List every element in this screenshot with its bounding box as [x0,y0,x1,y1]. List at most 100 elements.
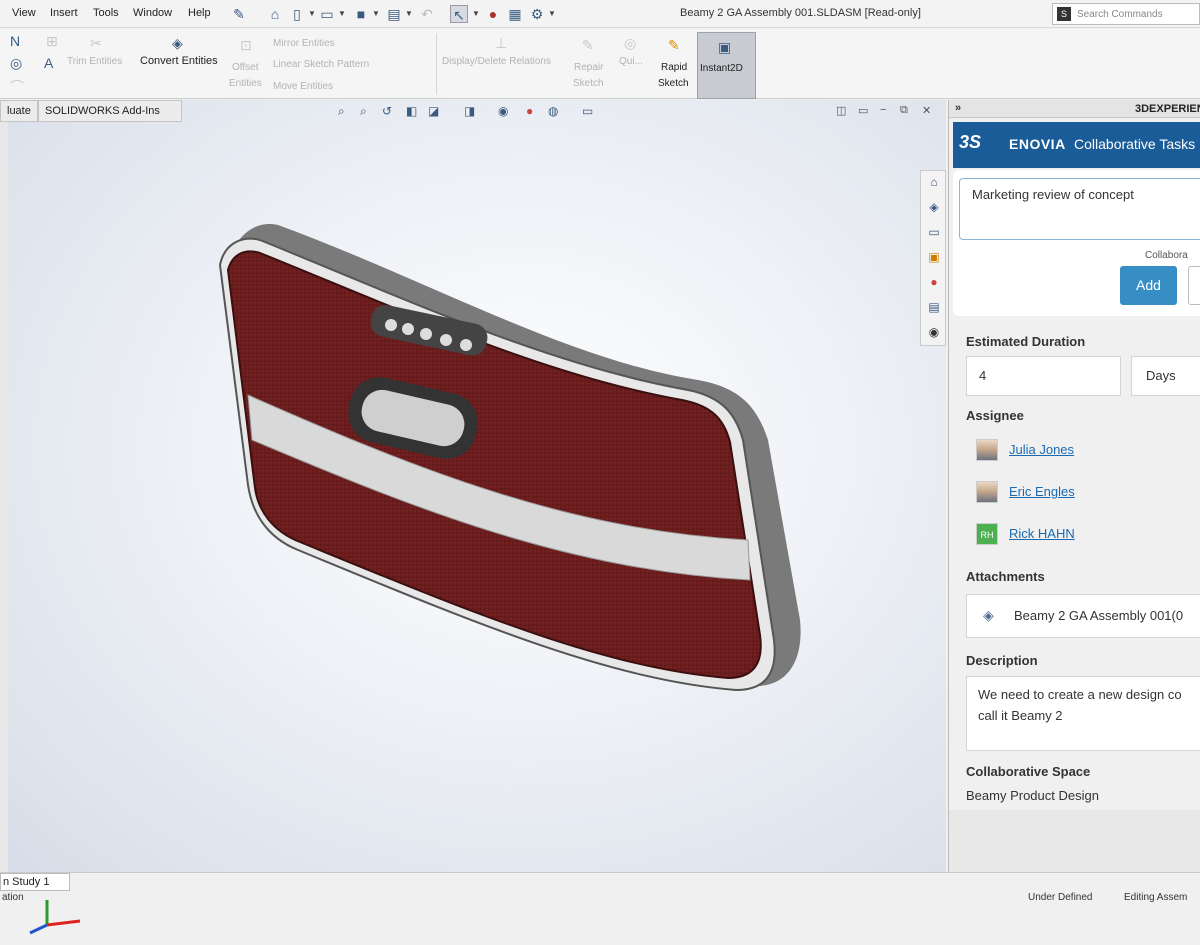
section-view-icon[interactable]: ◧ [406,104,417,118]
text-icon[interactable]: A [44,55,53,71]
folder-icon[interactable]: ▭ [925,223,943,241]
speaker-model[interactable] [218,224,801,692]
attachment-item[interactable]: ◈ Beamy 2 GA Assembly 001(0 [966,594,1200,638]
monitor-icon[interactable]: ▭ [582,104,593,118]
search-commands-input[interactable]: S Search Commands [1052,3,1200,25]
design-library-icon[interactable]: ◈ [925,198,943,216]
split-view-icon[interactable]: ◫ [836,104,846,117]
tab-solidworks-add-ins[interactable]: SOLIDWORKS Add-Ins [38,100,182,122]
menu-tools[interactable]: Tools [93,7,119,19]
search-icon: S [1057,7,1071,21]
repair-icon[interactable]: ✎ [582,37,594,54]
model-canvas [218,224,801,692]
quick-snaps-label[interactable]: Qui... [619,56,643,67]
assembly-cube-icon: ◈ [983,607,994,623]
avatar [976,439,998,461]
home-icon[interactable]: ⌂ [925,173,943,191]
menu-window[interactable]: Window [133,7,172,19]
chevron-down-icon[interactable]: ▼ [472,9,480,18]
app-name: Collaborative Tasks [1074,136,1196,152]
collaborative-space-value: Beamy Product Design [966,788,1099,803]
appearance-icon[interactable]: ● [526,104,533,118]
menu-insert[interactable]: Insert [50,7,78,19]
offset-label[interactable]: Offset [232,62,259,73]
assignee-link[interactable]: Julia Jones [1009,442,1074,457]
gear-icon[interactable]: ⚙ [528,5,546,23]
secondary-button[interactable] [1188,266,1200,305]
quick-snaps-icon[interactable]: ◎ [624,35,636,52]
traffic-light-icon[interactable]: ● [484,5,502,23]
offset-entities-label[interactable]: Entities [229,78,262,89]
chevron-down-icon[interactable]: ▼ [372,9,380,18]
assignee-item: RH Rick HAHN [976,523,1196,547]
scene-icon[interactable]: ◍ [548,104,558,118]
duration-input[interactable]: 4 [966,356,1121,396]
view-palette-icon[interactable]: ▣ [925,248,943,266]
motion-study-tab[interactable]: n Study 1 [0,873,70,891]
repair-sketch-label[interactable]: Sketch [573,78,604,89]
file-properties-icon[interactable]: ▦ [506,5,524,23]
zoom-to-fit-icon[interactable]: ⌕ [338,104,345,119]
appearances-icon[interactable]: ● [925,273,943,291]
restore-icon[interactable]: − [880,104,886,116]
tab-evaluate[interactable]: luate [0,100,38,122]
view-orientation-icon[interactable]: ◪ [428,104,439,118]
add-button[interactable]: Add [1120,266,1177,305]
circle-icon[interactable]: ◎ [10,55,22,72]
display-delete-relations-label[interactable]: Display/Delete Relations [442,56,551,67]
maximize-icon[interactable]: ⧉ [900,104,908,117]
new-task-card: Marketing review of concept Collabora Ad… [953,170,1200,316]
save-icon[interactable]: ■ [352,5,370,23]
zoom-area-icon[interactable]: ⌕ [360,104,367,119]
repair-label[interactable]: Repair [574,62,603,73]
close-icon[interactable]: ✕ [922,104,931,117]
assignee-link[interactable]: Eric Engles [1009,484,1075,499]
home-icon[interactable]: ⌂ [266,5,284,23]
open-folder-icon[interactable]: ▭ [318,5,336,23]
convert-icon[interactable]: ◈ [172,35,183,52]
3dexperience-icon[interactable]: ◉ [925,323,943,341]
assignee-item: Julia Jones [976,439,1196,463]
command-manager-ribbon: N ◎ A ⌒ ⊞ ✂ Trim Entities ◈ Convert Enti… [0,29,1200,99]
display-style-icon[interactable]: ◨ [464,104,475,118]
mirror-entities-label[interactable]: Mirror Entities [273,38,335,49]
assignee-link[interactable]: Rick HAHN [1009,526,1075,541]
chevron-down-icon[interactable]: ▼ [405,9,413,18]
menu-bar: View Insert Tools Window Help ✎ ⌂ ▯ ▼ ▭ … [0,0,1200,28]
description-textarea[interactable]: We need to create a new design co call i… [966,676,1200,751]
print-icon[interactable]: ▤ [385,5,403,23]
grid-icon[interactable]: ⊞ [46,33,58,50]
linear-sketch-pattern-label[interactable]: Linear Sketch Pattern [273,59,369,70]
collapse-chevron-icon[interactable]: » [955,102,961,114]
select-arrow-icon[interactable]: ↖ [450,5,468,23]
relations-icon[interactable]: ⊥ [495,35,507,52]
chevron-down-icon[interactable]: ▼ [308,9,316,18]
custom-properties-icon[interactable]: ▤ [925,298,943,316]
hide-show-icon[interactable]: ◉ [498,104,508,118]
menu-view[interactable]: View [12,7,36,19]
spline-icon[interactable]: N [10,33,20,49]
offset-icon[interactable]: ⊡ [240,37,252,54]
pin-icon[interactable]: ✎ [230,5,248,23]
menu-help[interactable]: Help [188,7,211,19]
previous-view-icon[interactable]: ↺ [382,104,392,118]
chevron-down-icon[interactable]: ▼ [548,9,556,18]
instant2d-label: Instant2D [700,63,743,74]
trim-icon[interactable]: ✂ [90,35,102,52]
trim-entities-label[interactable]: Trim Entities [67,56,122,67]
chevron-down-icon[interactable]: ▼ [338,9,346,18]
rapid-sketch-label[interactable]: Sketch [658,78,689,89]
enovia-brand: ENOVIA [1009,136,1066,152]
minimize-icon[interactable]: ▭ [858,104,868,117]
move-entities-label[interactable]: Move Entities [273,81,333,92]
graphics-area[interactable] [0,100,946,935]
fillet-icon[interactable]: ⌒ [10,77,24,97]
rapid-sketch-icon[interactable]: ✎ [668,37,680,54]
undo-icon[interactable]: ↶ [418,5,436,23]
duration-unit-select[interactable]: Days [1131,356,1200,396]
task-title-input[interactable]: Marketing review of concept [959,178,1200,240]
rapid-label[interactable]: Rapid [661,62,687,73]
instant2d-button[interactable]: ▣ Instant2D [697,32,756,99]
new-document-icon[interactable]: ▯ [288,5,306,23]
convert-entities-label[interactable]: Convert Entities [140,55,218,67]
